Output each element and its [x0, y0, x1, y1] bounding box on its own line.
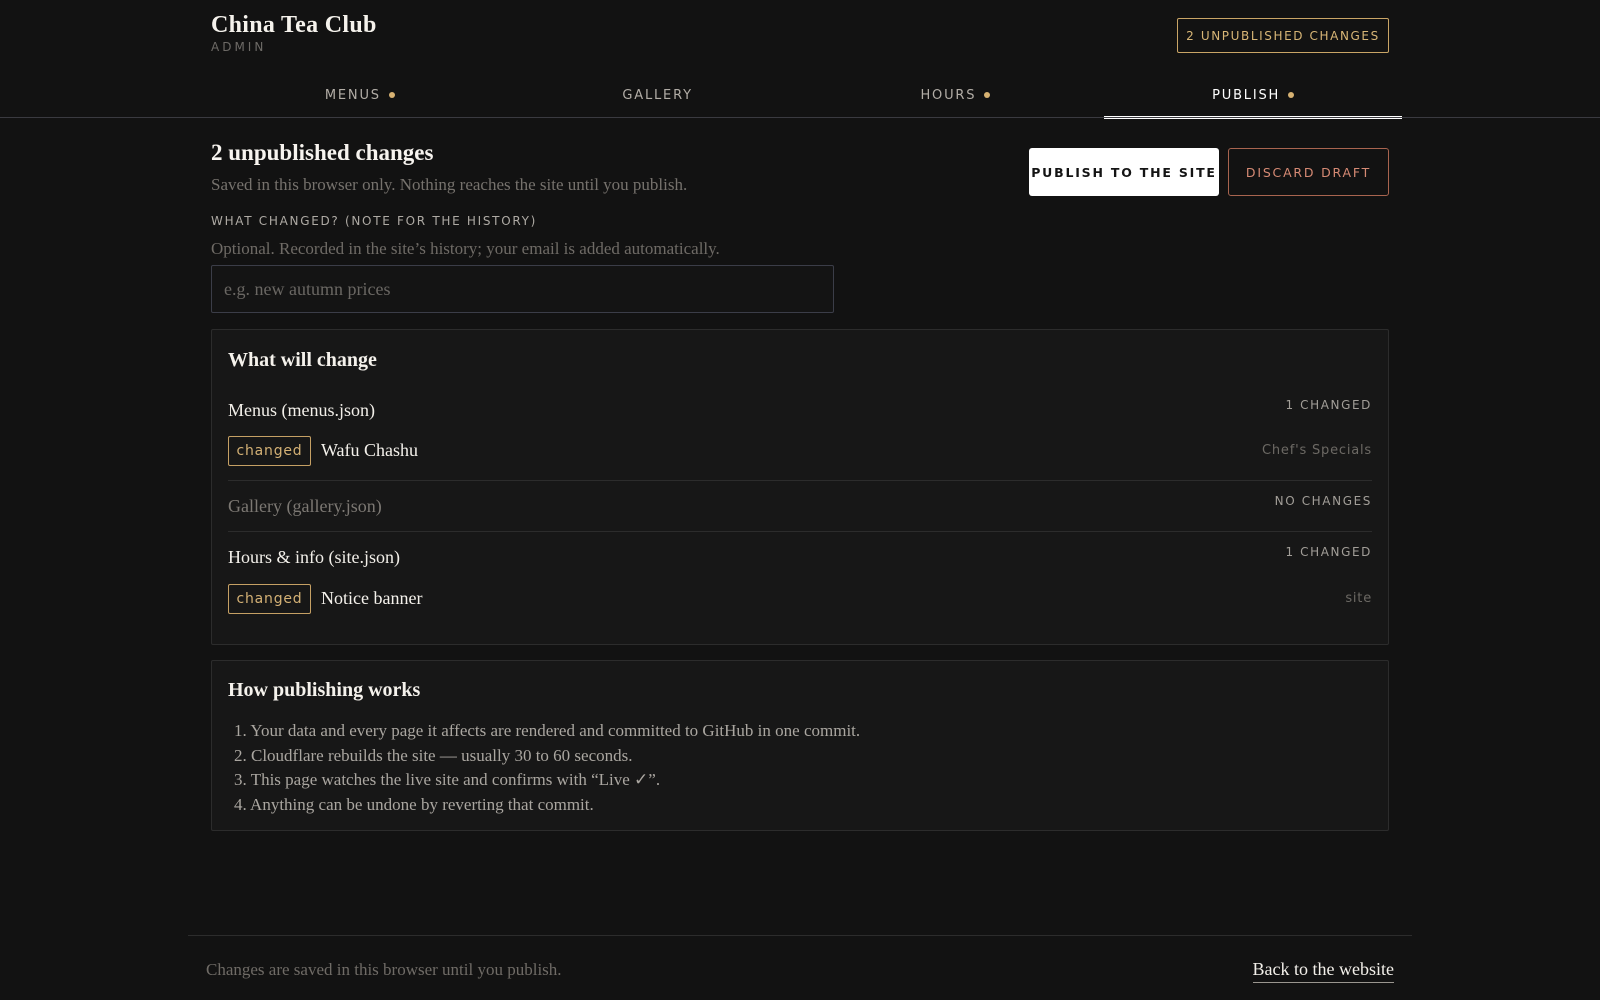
- brand-title: China Tea Club: [211, 12, 377, 38]
- tab-divider: [0, 117, 1600, 118]
- discard-draft-button[interactable]: DISCARD DRAFT: [1228, 148, 1389, 196]
- tab-bar: MENUS GALLERY HOURS PUBLISH: [211, 72, 1402, 119]
- tab-hours[interactable]: HOURS: [807, 72, 1105, 118]
- page-title: 2 unpublished changes: [211, 140, 434, 165]
- footer-note: Changes are saved in this browser until …: [206, 960, 562, 979]
- history-note-input[interactable]: [211, 265, 834, 313]
- row-divider: [228, 480, 1372, 481]
- steps-list: 1. Your data and every page it affects a…: [234, 719, 860, 817]
- changed-badge: changed: [228, 436, 311, 466]
- changed-badge: changed: [228, 584, 311, 614]
- change-item-name: Notice banner: [321, 588, 423, 608]
- note-label: WHAT CHANGED? (NOTE FOR THE HISTORY): [211, 214, 538, 228]
- tab-publish[interactable]: PUBLISH: [1104, 72, 1402, 119]
- footer-divider: [188, 935, 1412, 936]
- brand-subtitle: ADMIN: [211, 40, 267, 54]
- tab-gallery[interactable]: GALLERY: [509, 72, 807, 118]
- group-title-gallery: Gallery (gallery.json): [228, 496, 382, 516]
- back-to-website-link[interactable]: Back to the website: [1252, 959, 1394, 983]
- how-publishing-works-panel: How publishing works 1. Your data and ev…: [211, 660, 1389, 831]
- howto-title: How publishing works: [228, 679, 421, 701]
- step-item: 4. Anything can be undone by reverting t…: [234, 794, 594, 814]
- group-count-gallery: NO CHANGES: [1274, 494, 1372, 508]
- site-header: China Tea Club ADMIN: [211, 12, 377, 54]
- step-item: 2. Cloudflare rebuilds the site — usuall…: [234, 745, 633, 765]
- unsaved-dot-icon: [1288, 92, 1295, 98]
- group-title-menus: Menus (menus.json): [228, 400, 375, 420]
- unsaved-dot-icon: [984, 92, 991, 98]
- group-count-hours: 1 CHANGED: [1285, 545, 1372, 559]
- tab-label: PUBLISH: [1212, 87, 1281, 103]
- row-divider: [228, 531, 1372, 532]
- tab-label: HOURS: [920, 87, 977, 103]
- publish-button[interactable]: PUBLISH TO THE SITE: [1029, 148, 1219, 196]
- unsaved-dot-icon: [388, 92, 395, 98]
- group-count-menus: 1 CHANGED: [1285, 398, 1372, 412]
- tab-label: GALLERY: [622, 87, 693, 103]
- change-item-scope: site: [1345, 591, 1372, 606]
- changes-title: What will change: [228, 349, 377, 371]
- changes-panel: What will change Menus (menus.json) 1 CH…: [211, 329, 1389, 645]
- step-item: 1. Your data and every page it affects a…: [234, 721, 861, 740]
- tab-label: MENUS: [324, 87, 381, 103]
- change-item-name: Wafu Chashu: [321, 440, 419, 460]
- group-title-hours: Hours & info (site.json): [228, 547, 400, 567]
- page-subtitle: Saved in this browser only. Nothing reac…: [211, 175, 688, 194]
- unpublished-changes-badge[interactable]: 2 UNPUBLISHED CHANGES: [1177, 18, 1389, 53]
- change-item-scope: Chef's Specials: [1262, 443, 1372, 458]
- note-help-text: Optional. Recorded in the site’s history…: [211, 239, 720, 258]
- tab-menus[interactable]: MENUS: [211, 72, 509, 118]
- step-item: 3. This page watches the live site and c…: [234, 770, 661, 789]
